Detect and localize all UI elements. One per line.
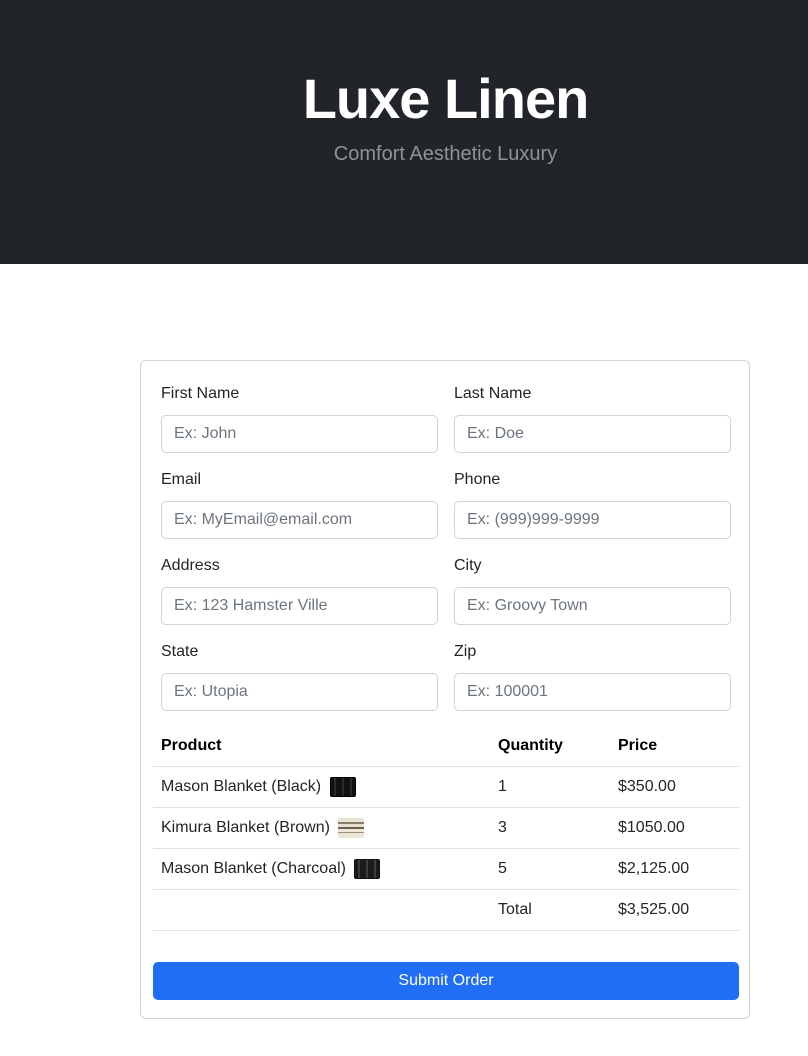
- state-input[interactable]: [161, 673, 438, 711]
- quantity-cell: 3: [490, 807, 610, 849]
- product-name: Mason Blanket (Charcoal): [161, 860, 346, 878]
- quantity-column-header: Quantity: [490, 726, 610, 767]
- last-name-input[interactable]: [454, 415, 731, 453]
- price-cell: $350.00: [610, 766, 739, 808]
- phone-group: Phone: [454, 470, 731, 539]
- zip-label: Zip: [454, 643, 477, 660]
- total-empty-cell: [153, 889, 490, 931]
- email-label: Email: [161, 471, 202, 488]
- address-group: Address: [161, 556, 438, 625]
- phone-label: Phone: [454, 471, 501, 488]
- black-blanket-swatch-icon: [329, 777, 356, 797]
- submit-order-button[interactable]: Submit Order: [153, 962, 739, 1000]
- product-cell: Mason Blanket (Black): [153, 766, 490, 808]
- zip-group: Zip: [454, 642, 731, 711]
- address-label: Address: [161, 557, 220, 574]
- hero-banner: Luxe Linen Comfort Aesthetic Luxury: [0, 0, 808, 264]
- first-name-group: First Name: [161, 384, 438, 453]
- table-row: Mason Blanket (Black) 1 $350.00: [153, 766, 739, 808]
- city-group: City: [454, 556, 731, 625]
- price-cell: $2,125.00: [610, 848, 739, 890]
- product-column-header: Product: [153, 726, 490, 767]
- first-name-input[interactable]: [161, 415, 438, 453]
- product-name: Mason Blanket (Black): [161, 778, 322, 796]
- product-cell: Mason Blanket (Charcoal): [153, 848, 490, 890]
- total-value: $3,525.00: [610, 889, 739, 931]
- price-cell: $1050.00: [610, 807, 739, 849]
- state-label: State: [161, 643, 199, 660]
- product-name: Kimura Blanket (Brown): [161, 819, 330, 837]
- last-name-label: Last Name: [454, 385, 532, 402]
- quantity-cell: 1: [490, 766, 610, 808]
- brown-striped-blanket-swatch-icon: [338, 818, 365, 838]
- zip-input[interactable]: [454, 673, 731, 711]
- price-column-header: Price: [610, 726, 739, 767]
- address-input[interactable]: [161, 587, 438, 625]
- email-group: Email: [161, 470, 438, 539]
- quantity-cell: 5: [490, 848, 610, 890]
- total-row: Total $3,525.00: [153, 889, 739, 931]
- order-form-card: First Name Last Name Email Phone Address…: [140, 360, 750, 1019]
- brand-tagline: Comfort Aesthetic Luxury: [333, 143, 558, 165]
- email-input[interactable]: [161, 501, 438, 539]
- table-row: Kimura Blanket (Brown) 3 $1050.00: [153, 807, 739, 849]
- product-cell: Kimura Blanket (Brown): [153, 807, 490, 849]
- city-label: City: [454, 557, 482, 574]
- state-group: State: [161, 642, 438, 711]
- order-summary-table: Product Quantity Price Mason Blanket (Bl…: [153, 726, 739, 931]
- phone-input[interactable]: [454, 501, 731, 539]
- table-row: Mason Blanket (Charcoal) 5 $2,125.00: [153, 848, 739, 890]
- brand-title: Luxe Linen: [302, 67, 590, 130]
- total-label: Total: [490, 889, 610, 931]
- charcoal-blanket-swatch-icon: [354, 859, 381, 879]
- first-name-label: First Name: [161, 385, 240, 402]
- table-header-row: Product Quantity Price: [153, 726, 739, 767]
- city-input[interactable]: [454, 587, 731, 625]
- last-name-group: Last Name: [454, 384, 731, 453]
